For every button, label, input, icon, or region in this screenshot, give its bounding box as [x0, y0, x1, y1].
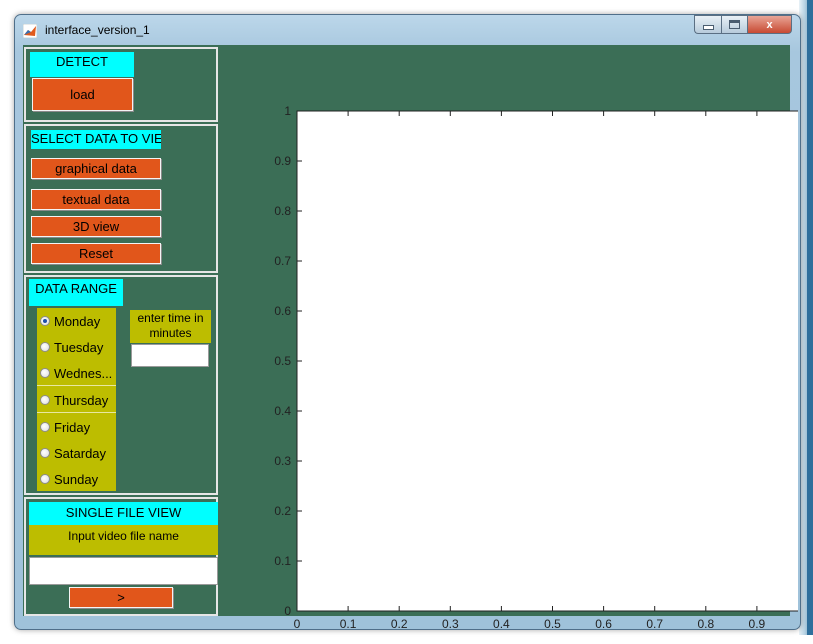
radio-saturday[interactable]: Satarday [37, 440, 116, 466]
y-tick-label: 0.7 [274, 254, 291, 268]
x-tick-label: 0.1 [340, 617, 357, 631]
plot-area [296, 110, 809, 612]
go-button[interactable]: > [69, 587, 173, 608]
radio-icon [40, 422, 50, 432]
radio-label: Thursday [54, 392, 109, 408]
y-tick-label: 0.3 [274, 454, 291, 468]
desktop-right-bar [807, 0, 813, 635]
reset-button[interactable]: Reset [31, 243, 161, 264]
time-label: enter time in minutes [130, 310, 211, 343]
window-controls: x [694, 15, 792, 35]
single-file-panel: SINGLE FILE VIEW Input video file name > [24, 497, 218, 616]
data-range-header: DATA RANGE [29, 279, 123, 306]
x-tick-label: 0.9 [749, 617, 766, 631]
select-data-panel: SELECT DATA TO VIEW graphical data textu… [24, 124, 218, 273]
single-file-header: SINGLE FILE VIEW [29, 502, 218, 525]
radio-icon [40, 342, 50, 352]
minimize-button[interactable] [694, 15, 721, 34]
matlab-logo-icon [22, 23, 38, 39]
radio-selected-icon [40, 316, 50, 326]
x-tick-label: 0.7 [646, 617, 663, 631]
y-tick-label: 0.8 [274, 204, 291, 218]
y-tick-label: 0.4 [274, 404, 291, 418]
minimize-icon [702, 25, 714, 30]
radio-tuesday[interactable]: Tuesday [37, 334, 116, 360]
close-icon: x [766, 18, 773, 31]
radio-icon [40, 448, 50, 458]
maximize-button[interactable] [721, 15, 747, 34]
desktop-left-edge [0, 0, 14, 635]
app-window: interface_version_1 x DETECT load SELECT… [14, 14, 812, 631]
detect-header: DETECT [30, 52, 134, 77]
x-tick-label: 0.4 [493, 617, 510, 631]
y-tick-label: 0 [284, 604, 291, 618]
y-tick-label: 0.9 [274, 154, 291, 168]
maximize-icon [729, 20, 740, 29]
radio-sunday[interactable]: Sunday [37, 466, 116, 492]
radio-label: Monday [54, 313, 101, 329]
day-radio-group: Monday Tuesday Wednes... Thursday Friday… [37, 308, 116, 491]
select-data-header: SELECT DATA TO VIEW [31, 130, 161, 149]
window-title: interface_version_1 [45, 23, 150, 37]
x-tick-label: 0.5 [544, 617, 561, 631]
textual-data-button[interactable]: textual data [31, 189, 161, 210]
x-tick-label: 0.8 [697, 617, 714, 631]
input-file-label: Input video file name [29, 525, 218, 555]
y-tick-label: 0.6 [274, 304, 291, 318]
x-tick-label: 0.3 [442, 617, 459, 631]
radio-icon [40, 368, 50, 378]
radio-label: Tuesday [54, 339, 104, 355]
close-button[interactable]: x [747, 15, 792, 34]
radio-thursday[interactable]: Thursday [37, 387, 116, 413]
x-tick-label: 0.6 [595, 617, 612, 631]
radio-wednesday[interactable]: Wednes... [37, 360, 116, 386]
data-range-panel: DATA RANGE Monday Tuesday Wednes... Thur… [24, 275, 218, 495]
radio-icon [40, 395, 50, 405]
divider [37, 385, 116, 386]
load-button[interactable]: load [32, 78, 133, 111]
y-tick-label: 1 [284, 104, 291, 118]
figure-client-area: DETECT load SELECT DATA TO VIEW graphica… [23, 45, 812, 631]
divider [37, 412, 116, 413]
detect-panel: DETECT load [24, 47, 218, 122]
y-tick-label: 0.1 [274, 554, 291, 568]
radio-icon [40, 474, 50, 484]
x-tick-label: 0.2 [391, 617, 408, 631]
radio-label: Wednes... [54, 365, 113, 381]
radio-label: Satarday [54, 445, 107, 461]
axes-canvas: 0 0.1 0.2 0.3 0.4 0.5 0.6 0.7 0.8 0.9 1 0 0.1 0.2 0.3 0… [274, 104, 811, 631]
radio-label: Friday [54, 419, 91, 435]
y-tick-label: 0.5 [274, 354, 291, 368]
radio-monday[interactable]: Monday [37, 308, 116, 334]
x-tick-label: 0 [294, 617, 301, 631]
video-file-name-input[interactable] [29, 557, 218, 585]
radio-friday[interactable]: Friday [37, 414, 116, 440]
title-bar[interactable]: interface_version_1 x [15, 15, 800, 45]
radio-label: Sunday [54, 471, 99, 487]
plot-axes[interactable]: 0 0.1 0.2 0.3 0.4 0.5 0.6 0.7 0.8 0.9 1 0 0.1 0.2 0.3 0… [253, 79, 811, 639]
3d-view-button[interactable]: 3D view [31, 216, 161, 237]
y-tick-label: 0.2 [274, 504, 291, 518]
time-minutes-input[interactable] [131, 344, 209, 367]
graphical-data-button[interactable]: graphical data [31, 158, 161, 179]
